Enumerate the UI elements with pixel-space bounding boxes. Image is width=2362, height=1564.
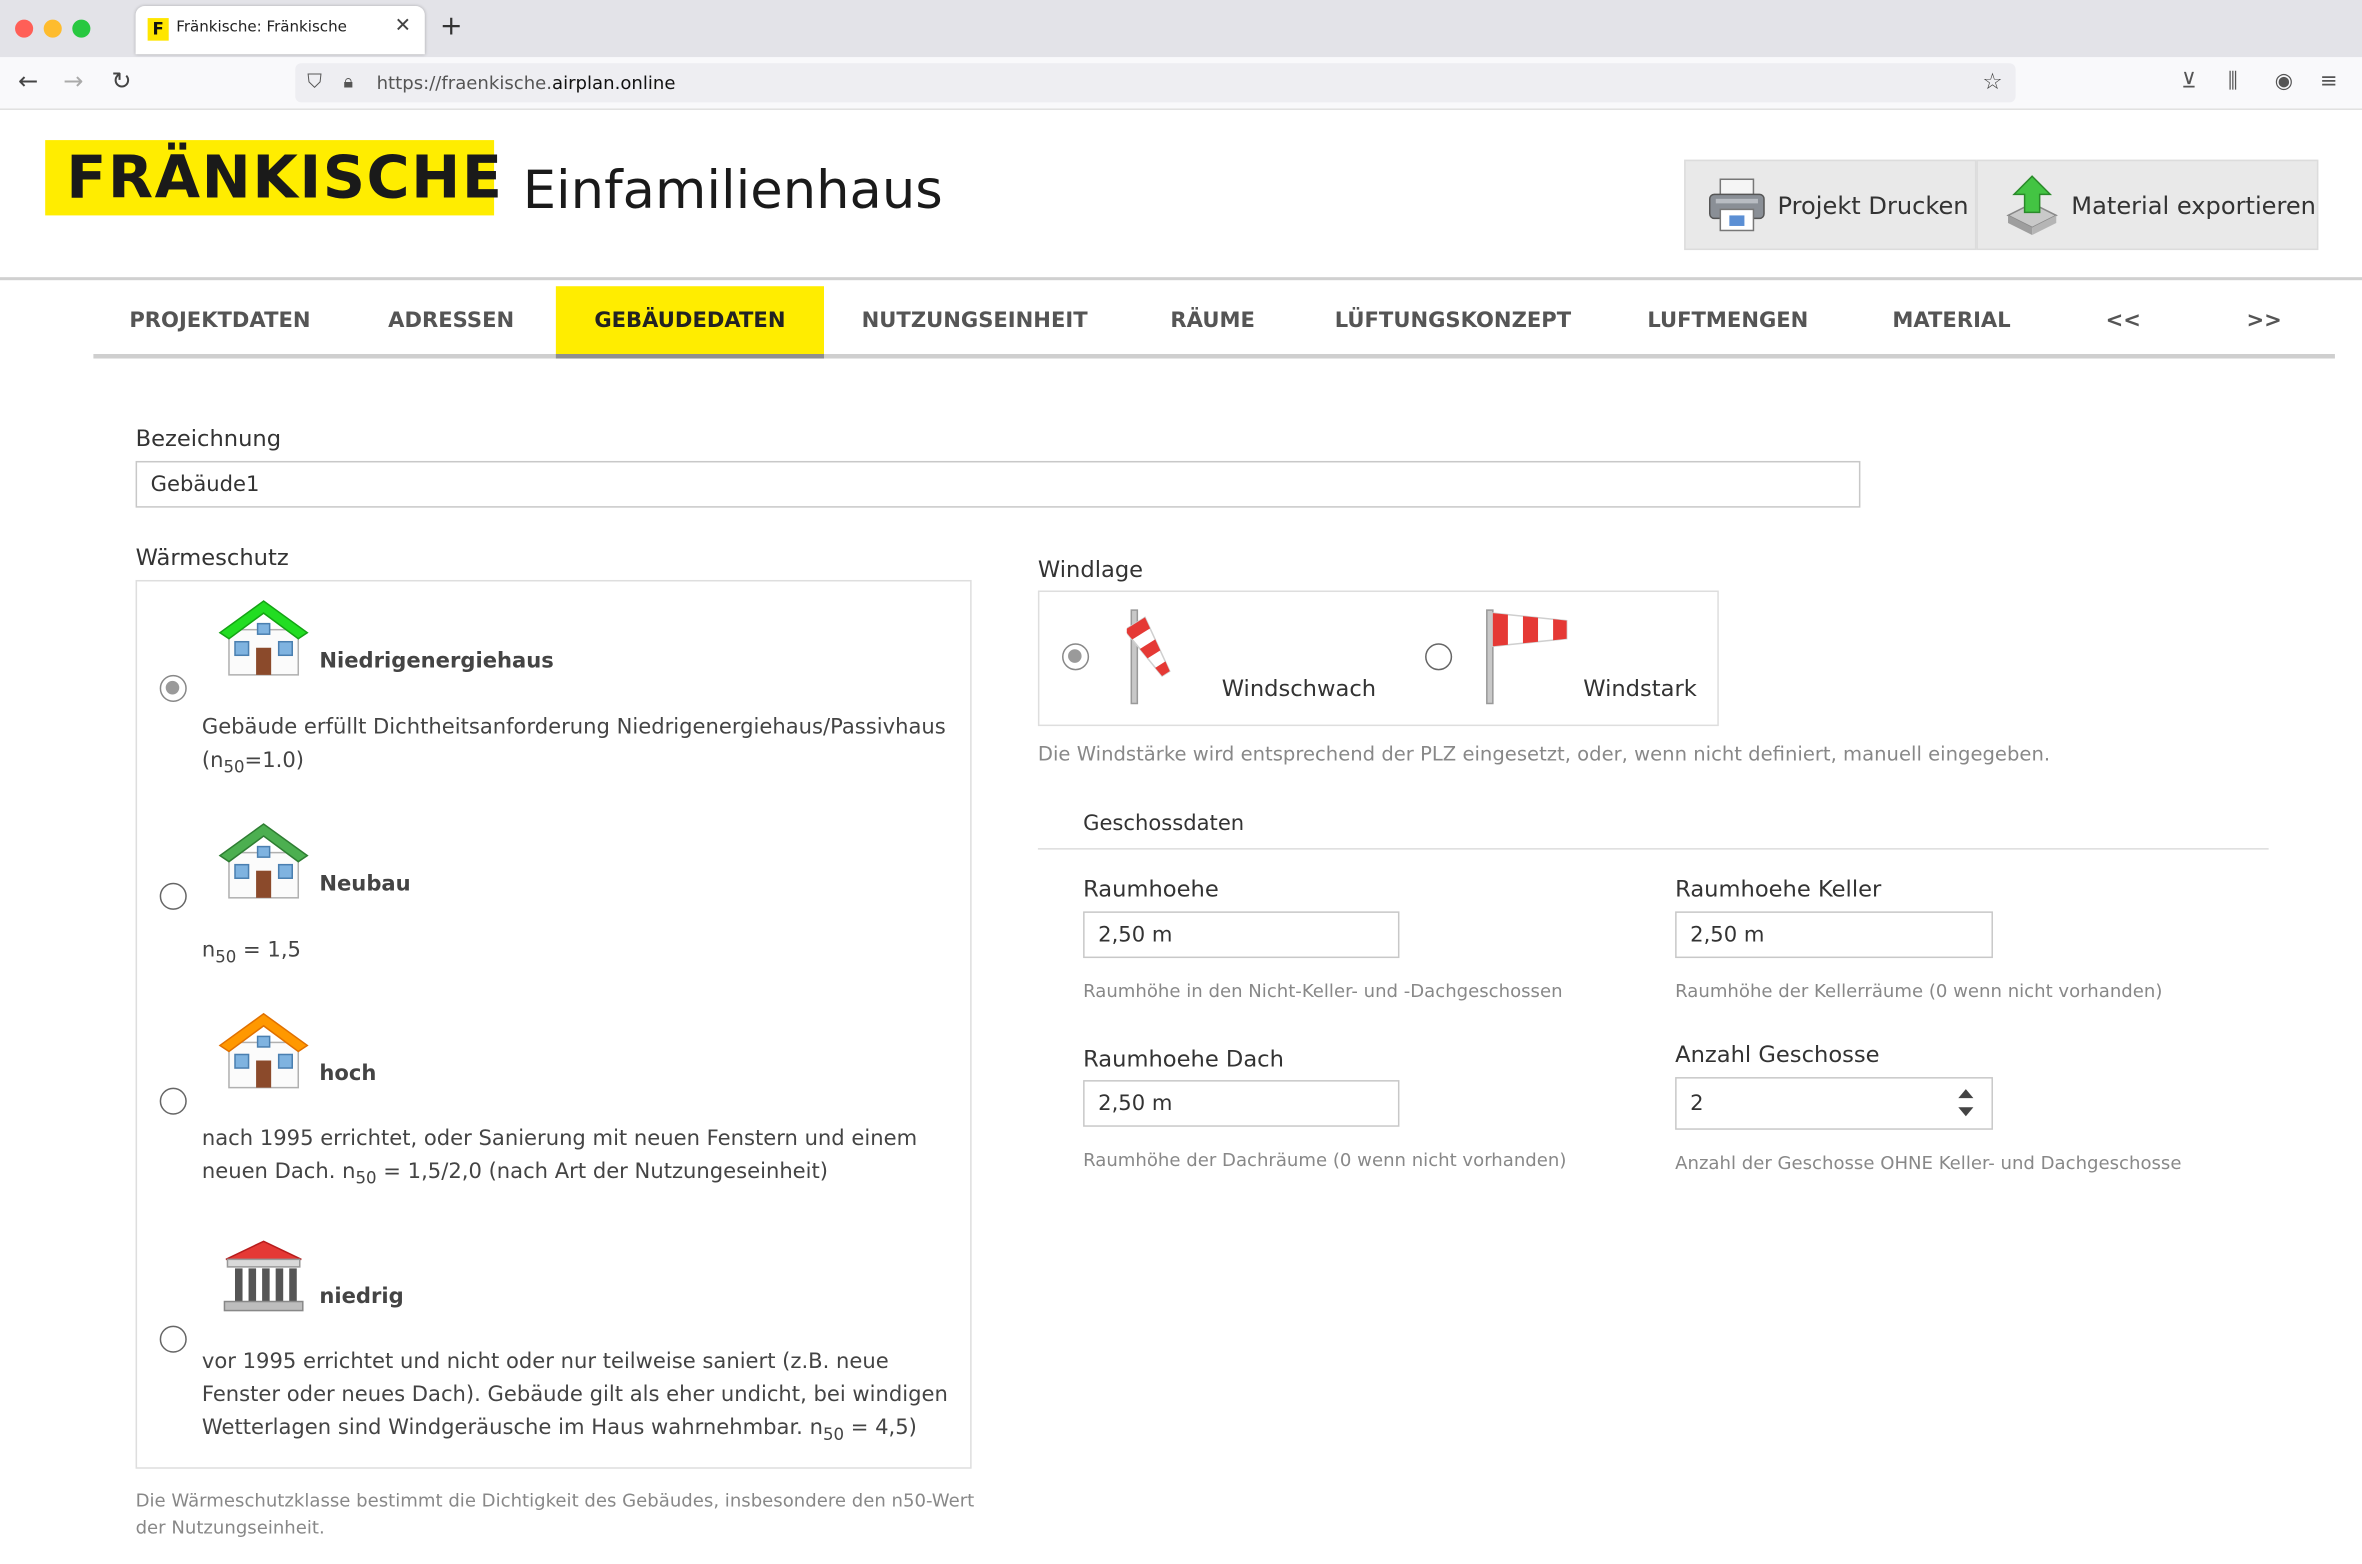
new-tab-icon[interactable]: + bbox=[440, 11, 463, 43]
tabs-scroll-left-button[interactable]: << bbox=[2053, 286, 2193, 355]
minimize-window-button[interactable] bbox=[43, 19, 62, 38]
neubau-description: n50 = 1,5 bbox=[201, 938, 301, 967]
address-bar[interactable]: ⛉ 🔒︎ https://fraenkische.airplan.online … bbox=[295, 63, 2016, 103]
geschossdaten-title: Geschossdaten bbox=[1083, 811, 1245, 837]
niedrig-building-icon bbox=[223, 1240, 304, 1312]
close-tab-icon[interactable]: ✕ bbox=[395, 15, 411, 38]
windlage-label: Windlage bbox=[1037, 555, 1144, 583]
header-divider bbox=[0, 277, 2362, 281]
browser-tab-bar: F Fränkische: Fränkische ✕ + bbox=[0, 0, 2362, 58]
raumhoehe-help: Raumhöhe in den Nicht-Keller- und -Dachg… bbox=[1083, 980, 1563, 1002]
extension-icon[interactable]: ◉ bbox=[2275, 69, 2293, 93]
library-icon[interactable]: ⫼ bbox=[2228, 69, 2238, 93]
niedrig-title: niedrig bbox=[319, 1284, 404, 1310]
maximize-window-button[interactable] bbox=[72, 19, 91, 38]
raumhoehe-keller-label: Raumhoehe Keller bbox=[1675, 875, 1882, 903]
niedrigenergiehaus-title: Niedrigenergiehaus bbox=[319, 649, 554, 674]
anzahl-geschosse-value: 2 bbox=[1690, 1092, 1704, 1117]
waermeschutz-label: Wärmeschutz bbox=[135, 543, 289, 571]
windlage-help: Die Windstärke wird entsprechend der PLZ… bbox=[1037, 744, 2051, 767]
neubau-title: Neubau bbox=[319, 872, 411, 897]
anzahl-geschosse-label: Anzahl Geschosse bbox=[1675, 1040, 1880, 1069]
hoch-house-icon bbox=[218, 1012, 309, 1089]
windstark-radio[interactable] bbox=[1425, 643, 1453, 671]
bookmark-star-icon[interactable]: ☆ bbox=[1982, 68, 2002, 95]
browser-nav-bar: ← → ↻ ⛉ 🔒︎ https://fraenkische.airplan.o… bbox=[0, 57, 2362, 110]
windsack-stark-icon bbox=[1486, 609, 1568, 705]
print-button-label: Projekt Drucken bbox=[1777, 191, 1969, 220]
reload-icon[interactable]: ↻ bbox=[111, 66, 131, 95]
geschossdaten-divider bbox=[1037, 848, 2269, 850]
favicon-icon: F bbox=[147, 18, 169, 41]
neubau-house-icon bbox=[218, 823, 309, 899]
pocket-icon[interactable]: ⊻ bbox=[2181, 69, 2196, 93]
niedrig-description: vor 1995 errichtet und nicht oder nur te… bbox=[201, 1349, 948, 1445]
number-stepper[interactable] bbox=[1957, 1083, 1975, 1122]
page-title: Einfamilienhaus bbox=[522, 161, 943, 222]
hoch-radio[interactable] bbox=[159, 1087, 187, 1115]
raumhoehe-dach-help: Raumhöhe der Dachräume (0 wenn nicht vor… bbox=[1083, 1149, 1567, 1171]
active-tab-indicator bbox=[555, 354, 825, 359]
close-window-button[interactable] bbox=[15, 19, 34, 38]
export-material-button[interactable]: Material exportieren bbox=[1976, 159, 2319, 251]
niedrigenergiehaus-description: Gebäude erfüllt Dichtheitsanforderung Ni… bbox=[201, 715, 946, 777]
windschwach-radio[interactable] bbox=[1062, 643, 1090, 671]
windschwach-label: Windschwach bbox=[1221, 674, 1377, 702]
waermeschutz-help: Die Wärmeschutzklasse bestimmt die Dicht… bbox=[135, 1489, 975, 1539]
menu-icon[interactable]: ≡ bbox=[2320, 69, 2338, 93]
tab-projektdaten[interactable]: PROJEKTDATEN bbox=[93, 286, 346, 355]
tabs-scroll-right-button[interactable]: >> bbox=[2193, 286, 2335, 355]
url-text: https://fraenkische.airplan.online bbox=[376, 72, 676, 94]
tab-luftmengen[interactable]: LUFTMENGEN bbox=[1606, 286, 1850, 355]
neubau-radio[interactable] bbox=[159, 882, 187, 910]
stepper-arrows-icon bbox=[1958, 1089, 1974, 1117]
tabs-underline bbox=[93, 354, 2335, 359]
hoch-title: hoch bbox=[319, 1062, 377, 1087]
brand-logo: FRÄNKISCHE bbox=[45, 140, 502, 216]
hoch-description: nach 1995 errichtet, oder Sanierung mit … bbox=[201, 1126, 918, 1189]
forward-icon[interactable]: → bbox=[63, 66, 83, 95]
raumhoehe-label: Raumhoehe bbox=[1083, 875, 1219, 903]
shield-icon[interactable]: ⛉ bbox=[307, 71, 322, 94]
raumhoehe-keller-input[interactable]: 2,50 m bbox=[1675, 911, 1993, 959]
niedrigenergiehaus-house-icon bbox=[218, 600, 309, 676]
logo-text: FRÄNKISCHE bbox=[66, 144, 504, 213]
export-button-label: Material exportieren bbox=[2071, 191, 2316, 220]
anzahl-geschosse-input[interactable]: 2 bbox=[1675, 1077, 1993, 1130]
raumhoehe-dach-label: Raumhoehe Dach bbox=[1083, 1045, 1284, 1073]
raumhoehe-input[interactable]: 2,50 m bbox=[1083, 911, 1400, 959]
lock-icon[interactable]: 🔒︎ bbox=[343, 71, 353, 94]
anzahl-geschosse-help: Anzahl der Geschosse OHNE Keller- und Da… bbox=[1675, 1152, 2182, 1174]
back-icon[interactable]: ← bbox=[18, 66, 38, 95]
tab-gebaeudedaten[interactable]: GEBÄUDEDATEN bbox=[555, 286, 825, 356]
browser-tab-title: Fränkische: Fränkische bbox=[176, 19, 347, 37]
windstark-label: Windstark bbox=[1583, 674, 1697, 702]
print-project-button[interactable]: Projekt Drucken bbox=[1684, 159, 1977, 251]
raumhoehe-dach-input[interactable]: 2,50 m bbox=[1083, 1080, 1400, 1127]
bezeichnung-input[interactable]: Gebäude1 bbox=[135, 460, 1861, 508]
browser-tab[interactable]: F Fränkische: Fränkische ✕ bbox=[135, 6, 425, 55]
export-icon bbox=[2006, 175, 2058, 235]
windsack-schwach-icon bbox=[1126, 609, 1171, 705]
bezeichnung-label: Bezeichnung bbox=[135, 424, 282, 452]
tab-material[interactable]: MATERIAL bbox=[1850, 286, 2053, 355]
tab-raeume[interactable]: RÄUME bbox=[1125, 286, 1300, 355]
printer-icon bbox=[1709, 178, 1765, 232]
raumhoehe-keller-help: Raumhöhe der Kellerräume (0 wenn nicht v… bbox=[1675, 980, 2163, 1002]
tab-adressen[interactable]: ADRESSEN bbox=[346, 286, 555, 355]
tab-lueftungskonzept[interactable]: LÜFTUNGSKONZEPT bbox=[1300, 286, 1606, 355]
niedrigenergiehaus-radio[interactable] bbox=[159, 674, 187, 702]
niedrig-radio[interactable] bbox=[159, 1325, 187, 1353]
tab-nutzungseinheit[interactable]: NUTZUNGSEINHEIT bbox=[824, 286, 1125, 355]
